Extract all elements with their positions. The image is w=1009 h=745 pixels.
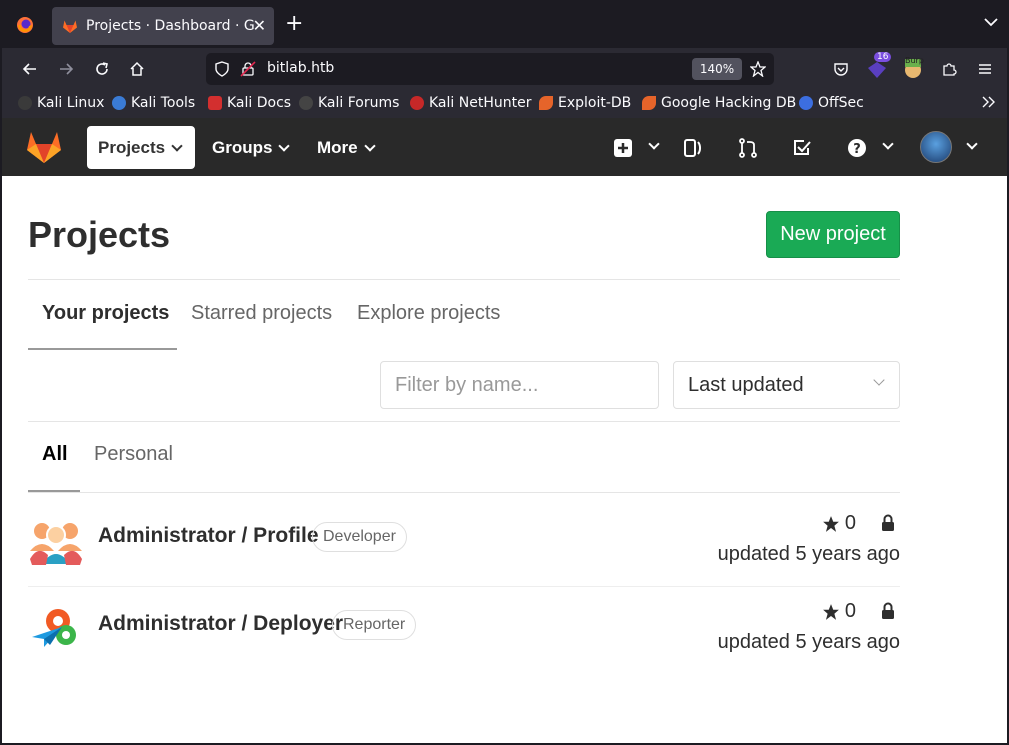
svg-text:?: ? (853, 142, 861, 157)
chevron-down-icon[interactable] (882, 138, 894, 150)
nethunter-icon (410, 96, 424, 110)
gitlab-favicon-icon (63, 20, 77, 33)
star-count[interactable]: 0 (822, 600, 856, 623)
tab-explore-projects[interactable]: Explore projects (357, 302, 500, 325)
reload-icon[interactable] (89, 56, 115, 82)
tab-bar: Projects · Dashboard · GitLab ✕ + (2, 2, 1007, 48)
chevron-down-icon[interactable] (966, 138, 978, 150)
kali-tools-icon (112, 96, 126, 110)
project-row[interactable]: Administrator / Profile Developer 0 upda… (28, 498, 900, 586)
subtab-personal[interactable]: Personal (94, 443, 173, 466)
insecure-lock-icon[interactable] (240, 61, 256, 77)
back-icon[interactable] (17, 56, 43, 82)
browser-window: Projects · Dashboard · GitLab ✕ + bitlab… (0, 0, 1009, 745)
bookmark-kali-linux[interactable]: Kali Linux (18, 95, 104, 111)
new-item-plus-icon[interactable] (611, 136, 635, 160)
more-bookmarks-icon[interactable] (980, 94, 996, 110)
user-avatar[interactable] (920, 131, 952, 163)
gitlab-header: Projects Groups More ? (2, 118, 1007, 176)
kali-forums-icon (299, 96, 313, 110)
project-row[interactable]: Administrator / Deployer Reporter 0 upda… (28, 586, 900, 674)
kali-docs-icon (208, 96, 222, 110)
role-badge: Developer (312, 522, 407, 552)
url-bar[interactable]: bitlab.htb 140% (206, 53, 774, 85)
bookmark-google-hacking-db[interactable]: Google Hacking DB (642, 95, 796, 111)
bookmark-kali-forums[interactable]: Kali Forums (299, 95, 399, 111)
todos-icon[interactable] (790, 136, 814, 160)
tab-your-projects[interactable]: Your projects (42, 302, 169, 325)
issues-icon[interactable] (681, 136, 705, 160)
star-icon (823, 515, 839, 532)
burp-label: Burp (905, 56, 924, 65)
gitlab-logo-icon[interactable] (26, 130, 62, 168)
bookmark-kali-nethunter[interactable]: Kali NetHunter (410, 95, 531, 111)
page-title: Projects (28, 214, 171, 255)
subtab-all[interactable]: All (42, 443, 68, 466)
nav-projects[interactable]: Projects (87, 126, 195, 169)
project-avatar-people-icon[interactable] (28, 513, 84, 569)
updated-time: updated 5 years ago (717, 631, 900, 653)
ghdb-icon (642, 96, 656, 110)
list-all-tabs-icon[interactable] (983, 14, 999, 34)
kali-dragon-icon (18, 96, 32, 110)
url-text: bitlab.htb (267, 60, 335, 76)
star-count[interactable]: 0 (822, 512, 856, 535)
burp-extension-icon[interactable]: Burp (900, 56, 926, 82)
new-project-button[interactable]: New project (766, 211, 900, 258)
project-avatar-deploy-icon[interactable] (28, 601, 84, 657)
bookmark-offsec[interactable]: OffSec (799, 95, 864, 111)
chevron-down-icon[interactable] (648, 138, 660, 150)
star-icon (823, 603, 839, 620)
chevron-down-icon (873, 374, 885, 386)
navigation-toolbar: bitlab.htb 140% 16 Burp (2, 48, 1007, 90)
shield-icon[interactable] (214, 61, 230, 77)
firefox-view-icon[interactable] (12, 12, 38, 38)
filter-by-name-input[interactable]: Filter by name... (380, 361, 659, 409)
bookmark-kali-tools[interactable]: Kali Tools (112, 95, 195, 111)
private-lock-icon (880, 602, 896, 625)
zoom-indicator[interactable]: 140% (692, 58, 742, 80)
home-icon[interactable] (124, 56, 150, 82)
nav-more[interactable]: More (306, 126, 385, 169)
pocket-icon[interactable] (828, 56, 854, 82)
merge-requests-icon[interactable] (736, 136, 760, 160)
extension-badge-count: 16 (874, 52, 892, 62)
bookmark-star-icon[interactable] (750, 61, 766, 77)
chevron-down-icon (278, 139, 291, 152)
sort-value: Last updated (688, 374, 804, 396)
hamburger-menu-icon[interactable] (972, 56, 998, 82)
divider (28, 492, 900, 493)
chevron-down-icon (363, 139, 376, 152)
exploit-db-icon (539, 96, 553, 110)
bookmark-kali-docs[interactable]: Kali Docs (208, 95, 291, 111)
sort-dropdown[interactable]: Last updated (673, 361, 900, 409)
divider (28, 421, 900, 422)
active-tab-underline (28, 348, 177, 350)
forward-icon[interactable] (53, 56, 79, 82)
extensions-puzzle-icon[interactable] (936, 56, 962, 82)
close-tab-icon[interactable]: ✕ (253, 16, 266, 35)
extension-badge-icon[interactable]: 16 (864, 52, 892, 82)
tab-starred-projects[interactable]: Starred projects (191, 302, 332, 325)
updated-time: updated 5 years ago (717, 543, 900, 565)
nav-groups[interactable]: Groups (201, 126, 299, 169)
bookmarks-toolbar: Kali Linux Kali Tools Kali Docs Kali For… (2, 90, 1007, 118)
project-name-link[interactable]: Administrator / Deployer (98, 612, 343, 636)
new-tab-icon[interactable]: + (285, 13, 303, 35)
bookmark-exploit-db[interactable]: Exploit-DB (539, 95, 631, 111)
offsec-icon (799, 96, 813, 110)
project-scope-tabs: Your projects Starred projects Explore p… (28, 280, 900, 350)
help-icon[interactable]: ? (845, 136, 869, 160)
project-name-link[interactable]: Administrator / Profile (98, 524, 319, 548)
chevron-down-icon (171, 139, 183, 152)
private-lock-icon (880, 514, 896, 537)
active-tab[interactable]: Projects · Dashboard · GitLab ✕ (52, 7, 274, 45)
tab-title: Projects · Dashboard · GitLab (86, 18, 256, 34)
role-badge: Reporter (332, 610, 417, 640)
